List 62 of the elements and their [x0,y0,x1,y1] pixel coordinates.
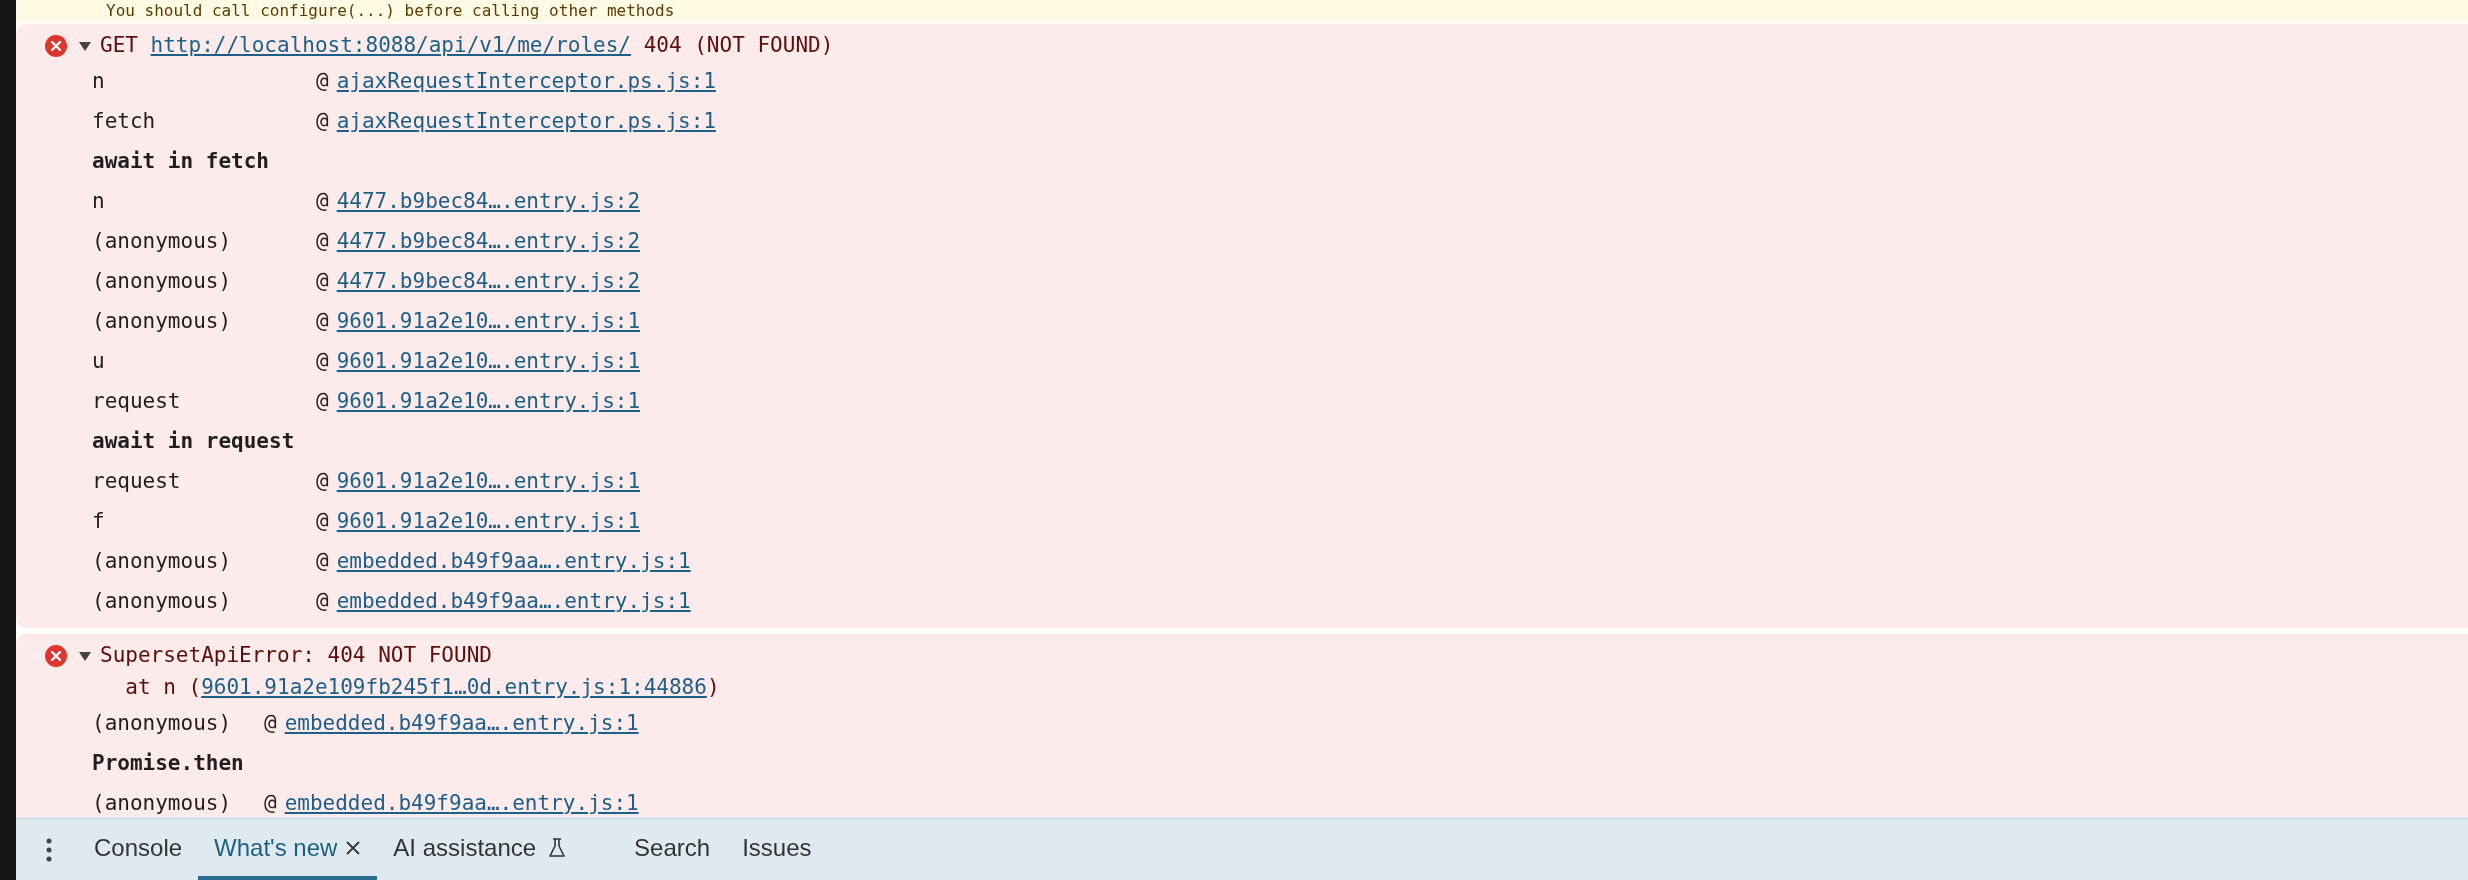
async-boundary-label: Promise.then [92,750,244,778]
function-name: (anonymous) [92,269,232,294]
at-sign: @ [316,388,329,416]
source-link[interactable]: embedded.b49f9aa….entry.js:1 [336,546,691,578]
source-link[interactable]: 9601.91a2e10….entry.js:1 [336,346,641,378]
expand-triangle-icon[interactable] [78,649,92,663]
at-sign: @ [264,790,277,818]
panel-tab[interactable]: Console [78,819,199,880]
at-sign: @ [316,228,329,256]
function-name: request [92,389,181,414]
at-sign: @ [316,188,329,216]
source-link[interactable]: http://localhost:8088/api/v1/me/roles/ [150,33,631,58]
source-link[interactable]: 9601.91a2e10….entry.js:1 [336,386,641,418]
at-sign: @ [316,468,329,496]
async-boundary-label: await in request [92,428,295,456]
function-name: (anonymous) [92,229,232,254]
function-name: u [92,349,105,374]
at-sign: @ [316,108,329,136]
source-link[interactable]: ajaxRequestInterceptor.ps.js:1 [336,106,716,138]
error-text: at n (9601.91a2e109fb245f1…0d.entry.js:1:44886) [124,674,720,702]
source-link[interactable]: embedded.b49f9aa….entry.js:1 [336,586,691,618]
function-name: (anonymous) [92,549,232,574]
at-sign: @ [264,710,277,738]
source-link[interactable]: 4477.b9bec84….entry.js:2 [336,186,641,218]
function-name: n [92,69,105,94]
source-link[interactable]: 9601.91a2e10….entry.js:1 [336,506,641,538]
async-boundary-label: await in fetch [92,148,269,176]
at-sign: @ [316,348,329,376]
function-name: (anonymous) [92,589,232,614]
source-link[interactable]: 9601.91a2e10….entry.js:1 [336,306,641,338]
source-link[interactable]: ajaxRequestInterceptor.ps.js:1 [336,66,716,98]
more-menu-icon[interactable] [46,837,52,862]
warning-message: You should call configure(...) before calling other methods [106,0,675,22]
panel-tab[interactable]: What's new [198,819,378,880]
at-sign: @ [316,268,329,296]
function-name: (anonymous) [92,711,232,736]
source-link[interactable]: 4477.b9bec84….entry.js:2 [336,266,641,298]
expand-triangle-icon[interactable] [78,39,92,53]
at-sign: @ [316,508,329,536]
panel-tab[interactable]: Issues [726,819,828,880]
at-sign: @ [316,548,329,576]
source-link[interactable]: 4477.b9bec84….entry.js:2 [336,226,641,258]
source-link[interactable]: 9601.91a2e109fb245f1…0d.entry.js:1:44886 [201,675,707,700]
source-link[interactable]: 9601.91a2e10….entry.js:1 [336,466,641,498]
function-name: (anonymous) [92,309,232,334]
error-text: SupersetApiError: 404 NOT FOUND [100,642,492,670]
at-sign: @ [316,68,329,96]
at-sign: @ [316,588,329,616]
function-name: n [92,189,105,214]
function-name: request [92,469,181,494]
panel-tab[interactable]: AI assistance [377,819,583,880]
source-link[interactable]: embedded.b49f9aa….entry.js:1 [284,788,639,818]
function-name: fetch [92,109,156,134]
function-name: (anonymous) [92,791,232,816]
error-icon [44,644,68,668]
error-text: GET http://localhost:8088/api/v1/me/roles/ 404 (NOT FOUND) [100,32,834,60]
function-name: f [92,509,105,534]
panel-tab[interactable]: Search [618,819,727,880]
close-icon[interactable] [345,839,362,856]
error-icon [44,34,68,58]
source-link[interactable]: embedded.b49f9aa….entry.js:1 [284,708,639,740]
at-sign: @ [316,308,329,336]
